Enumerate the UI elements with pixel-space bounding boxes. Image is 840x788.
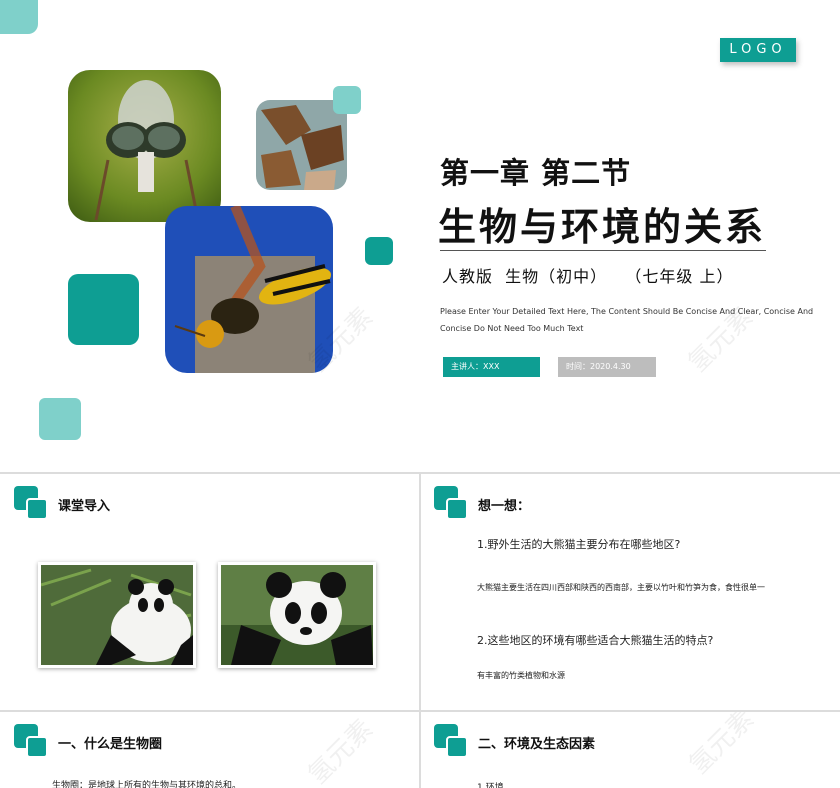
definition-text: 生物圈：是地球上所有的生物与其环境的总和。 xyxy=(52,781,242,788)
intro-slide: 课堂导入 xyxy=(0,474,419,710)
panda-photo-1 xyxy=(38,562,196,668)
main-title: 生物与环境的关系 xyxy=(438,205,767,249)
heading-icon xyxy=(434,724,468,758)
chapter-title: 第一章 第二节 xyxy=(440,156,632,190)
answer-1: 大熊猫主要生活在四川西部和陕西的西南部，主要以竹叶和竹笋为食，食性很单一 xyxy=(477,583,765,592)
slide-heading: 想一想： xyxy=(478,499,531,514)
section-text: 1.环境 xyxy=(477,783,504,788)
heading-icon xyxy=(14,486,48,520)
biosphere-slide: 一、什么是生物圈 生物圈：是地球上所有的生物与其环境的总和。 氢元素 xyxy=(0,712,419,788)
slide-heading: 课堂导入 xyxy=(58,499,111,514)
description: Please Enter Your Detailed Text Here, Th… xyxy=(440,307,814,333)
watermark: 氢元素 xyxy=(683,712,760,781)
subtitle: 人教版 生物（初中） （七年级 上） xyxy=(442,267,734,286)
slide-heading: 二、环境及生态因素 xyxy=(478,737,596,752)
deco-square xyxy=(0,0,38,34)
presenter-badge: 主讲人：XXX xyxy=(443,357,540,377)
slide-heading: 一、什么是生物圈 xyxy=(58,737,163,752)
heading-icon xyxy=(434,486,468,520)
title-divider xyxy=(440,250,766,251)
environment-slide: 二、环境及生态因素 1.环境 氢元素 xyxy=(421,712,840,788)
question-1: 1.野外生活的大熊猫主要分布在哪些地区? xyxy=(477,538,681,551)
deco-square xyxy=(333,86,361,114)
think-slide: 想一想： 1.野外生活的大熊猫主要分布在哪些地区? 大熊猫主要生活在四川西部和陕… xyxy=(421,474,840,710)
deco-square xyxy=(68,274,139,345)
watermark: 氢元素 xyxy=(302,714,379,788)
deco-square xyxy=(365,237,393,265)
heading-icon xyxy=(14,724,48,758)
deco-square xyxy=(39,398,81,440)
time-badge: 时间：2020.4.30 xyxy=(558,357,656,377)
panda-photo-2 xyxy=(218,562,376,668)
question-2: 2.这些地区的环境有哪些适合大熊猫生活的特点? xyxy=(477,634,714,647)
logo-badge: LOGO xyxy=(720,38,796,62)
fly-photo xyxy=(68,70,221,222)
answer-2: 有丰富的竹类植物和水源 xyxy=(477,671,565,680)
leaves-photo xyxy=(256,100,347,190)
cover-slide: LOGO 第一章 第二节 生物与环境的关系 人教版 生物（初中） （七年级 上）… xyxy=(0,0,840,472)
